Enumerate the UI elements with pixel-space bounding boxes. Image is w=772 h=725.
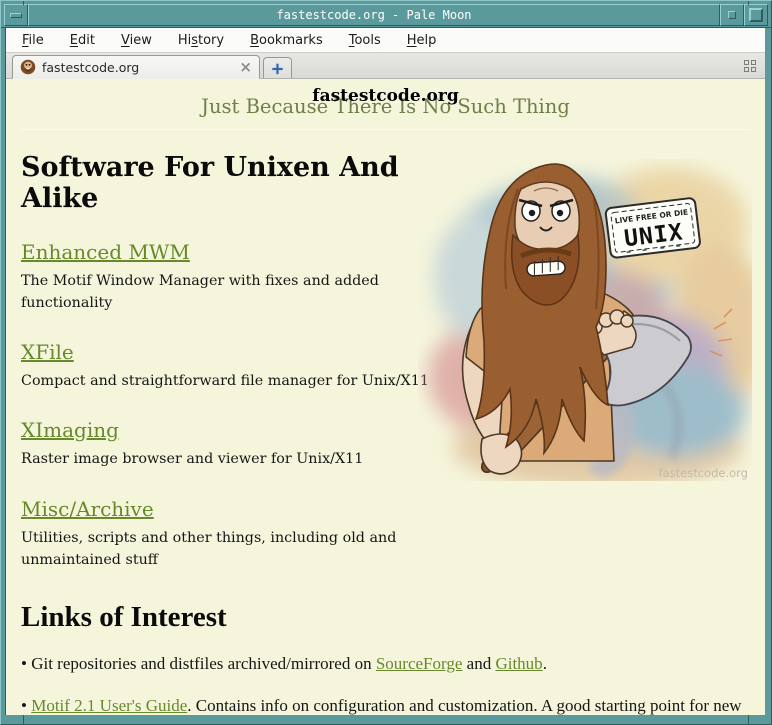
window-title-text: fastestcode.org - Pale Moon xyxy=(276,8,471,22)
frame-notch xyxy=(23,715,24,724)
links-of-interest-list: • Git repositories and distfiles archive… xyxy=(21,653,750,715)
xfile-description: Compact and straightforward file manager… xyxy=(21,370,439,392)
caveman-axe-illustration: LIVE FREE OR DIE UNIX fastestcode.org xyxy=(418,159,752,481)
page-content: fastestcode.org Just Because There Is No… xyxy=(6,79,765,715)
software-item-xfile: XFile Compact and straightforward file m… xyxy=(21,340,439,392)
misc-archive-description: Utilities, scripts and other things, inc… xyxy=(21,527,439,571)
enhanced-mwm-description: The Motif Window Manager with fixes and … xyxy=(21,270,439,314)
window-menu-button[interactable] xyxy=(4,4,28,26)
frame-notch xyxy=(748,1,749,5)
titlebar: fastestcode.org - Pale Moon xyxy=(4,4,768,26)
software-item-misc-archive: Misc/Archive Utilities, scripts and othe… xyxy=(21,497,439,571)
list-item: • Git repositories and distfiles archive… xyxy=(21,653,750,676)
tab-close-icon[interactable]: × xyxy=(239,60,252,75)
tab-fastestcode[interactable]: fastestcode.org × xyxy=(12,55,260,79)
unix-license-plate: LIVE FREE OR DIE UNIX xyxy=(605,198,700,259)
maximize-button[interactable] xyxy=(744,4,768,26)
software-item-ximaging: XImaging Raster image browser and viewer… xyxy=(21,418,439,470)
menu-file[interactable]: File xyxy=(22,33,44,48)
software-section: Software For Unixen And Alike Enhanced M… xyxy=(21,152,439,571)
tab-title: fastestcode.org xyxy=(42,60,233,75)
minimize-button[interactable] xyxy=(720,4,744,26)
tab-bar: fastestcode.org × + xyxy=(6,52,765,79)
frame-notch xyxy=(748,715,749,724)
image-watermark: fastestcode.org xyxy=(659,466,748,480)
plus-icon: + xyxy=(271,59,284,78)
ximaging-description: Raster image browser and viewer for Unix… xyxy=(21,448,439,470)
menu-bookmarks[interactable]: Bookmarks xyxy=(250,33,323,48)
misc-archive-link[interactable]: Misc/Archive xyxy=(21,497,154,521)
enhanced-mwm-link[interactable]: Enhanced MWM xyxy=(21,240,190,264)
new-tab-button[interactable]: + xyxy=(263,57,292,78)
window-frame: fastestcode.org - Pale Moon File Edit Vi… xyxy=(0,0,772,725)
menu-view[interactable]: View xyxy=(121,33,152,48)
links-of-interest-heading: Links of Interest xyxy=(21,601,750,634)
sourceforge-link[interactable]: SourceForge xyxy=(376,654,463,673)
software-heading: Software For Unixen And Alike xyxy=(21,152,439,214)
menu-history[interactable]: History xyxy=(178,33,224,48)
maximize-icon xyxy=(749,8,763,22)
window-menu-icon xyxy=(10,13,22,18)
software-item-enhanced-mwm: Enhanced MWM The Motif Window Manager wi… xyxy=(21,240,439,314)
window-title[interactable]: fastestcode.org - Pale Moon xyxy=(28,4,720,26)
menu-help[interactable]: Help xyxy=(407,33,437,48)
motif-guide-link[interactable]: Motif 2.1 User's Guide xyxy=(31,696,187,715)
list-item: • Motif 2.1 User's Guide. Contains info … xyxy=(21,695,750,715)
tab-grid-icon[interactable] xyxy=(744,60,757,73)
caveman-favicon-icon xyxy=(20,59,36,75)
ximaging-link[interactable]: XImaging xyxy=(21,418,119,442)
minimize-icon xyxy=(728,11,736,19)
frame-notch xyxy=(765,27,771,28)
main-section: LIVE FREE OR DIE UNIX fastestcode.org So… xyxy=(21,152,750,715)
site-header: fastestcode.org Just Because There Is No… xyxy=(21,86,750,123)
menu-tools[interactable]: Tools xyxy=(349,33,381,48)
xfile-link[interactable]: XFile xyxy=(21,340,74,364)
browser-client-area: File Edit View History Bookmarks Tools H… xyxy=(5,27,765,715)
menu-bar: File Edit View History Bookmarks Tools H… xyxy=(6,28,765,52)
frame-notch xyxy=(23,1,24,5)
page-title: fastestcode.org xyxy=(21,86,750,106)
header-divider xyxy=(21,129,750,130)
github-link[interactable]: Github xyxy=(495,654,542,673)
menu-edit[interactable]: Edit xyxy=(70,33,95,48)
